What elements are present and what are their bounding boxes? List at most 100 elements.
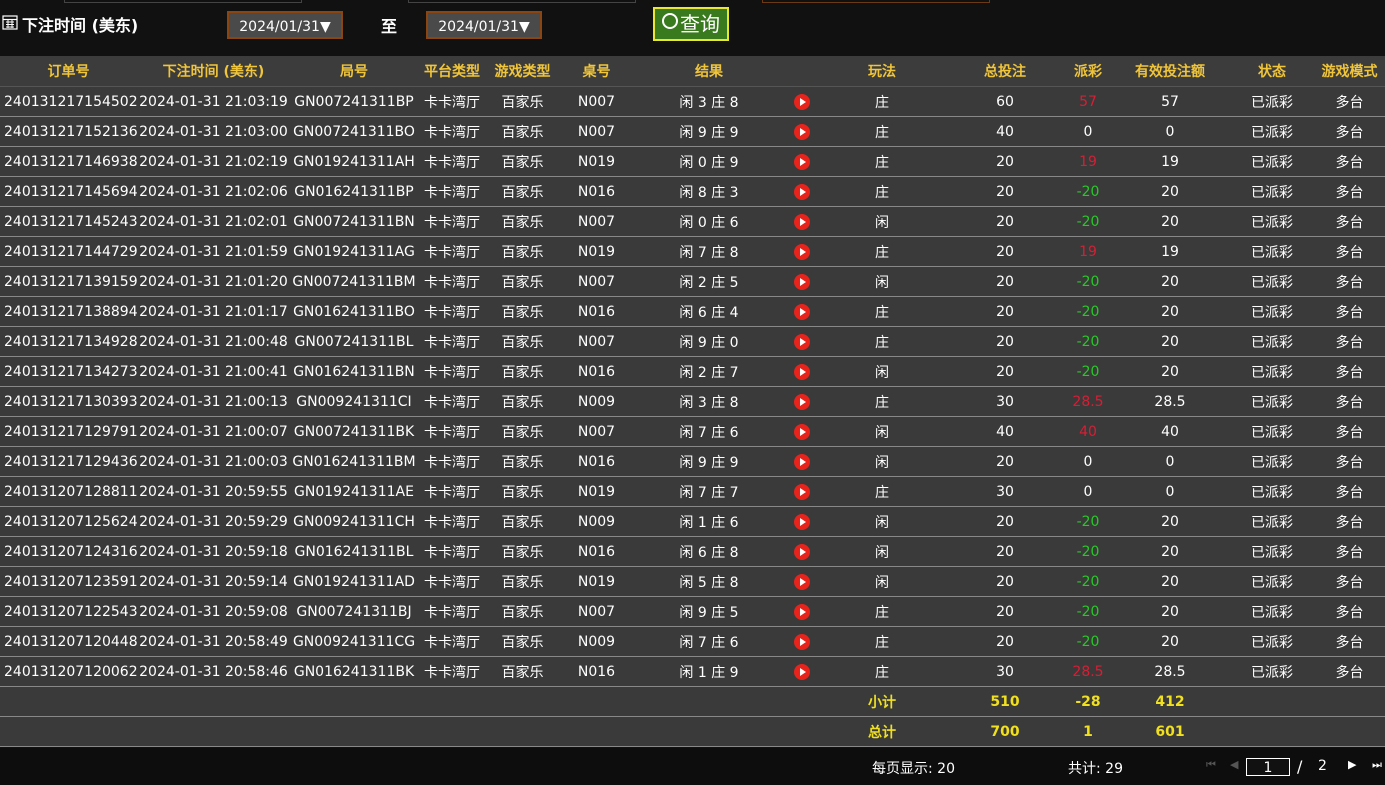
video-replay-icon[interactable] [794,573,810,590]
order-cell[interactable]: 240131217145694 [0,176,137,207]
order-cell[interactable]: 240131207124316 [0,536,137,567]
query-button-label: 查询 [680,12,720,36]
bet-time-cell: 2024-01-31 21:02:06 [137,176,290,207]
replay-cell[interactable] [784,116,820,147]
last-page-icon[interactable]: ⏭ [1372,758,1382,772]
replay-cell[interactable] [784,146,820,177]
video-replay-icon[interactable] [794,543,810,560]
video-replay-icon[interactable] [794,123,810,140]
replay-cell[interactable] [784,536,820,567]
valid-bet-cell: 40 [1110,416,1230,447]
video-replay-icon[interactable] [794,513,810,530]
order-cell[interactable]: 240131217152136 [0,116,137,147]
date-from-select[interactable]: 2024/01/31▼ [227,11,343,39]
video-replay-icon[interactable] [794,333,810,350]
replay-cell[interactable] [784,326,820,357]
platform-cell: 卡卡湾厅 [418,86,486,117]
video-replay-icon[interactable] [794,273,810,290]
round-cell: GN016241311BK [290,656,418,687]
order-cell[interactable]: 240131217134928 [0,326,137,357]
video-replay-icon[interactable] [794,603,810,620]
replay-cell[interactable] [784,206,820,237]
prev-page-icon[interactable]: ◀ [1230,758,1238,771]
order-cell[interactable]: 240131217138894 [0,296,137,327]
video-replay-icon[interactable] [794,153,810,170]
video-replay-icon[interactable] [794,303,810,320]
video-replay-icon[interactable] [794,393,810,410]
order-cell[interactable]: 240131207120062 [0,656,137,687]
video-replay-icon[interactable] [794,243,810,260]
replay-cell[interactable] [784,476,820,507]
order-cell[interactable]: 240131207123591 [0,566,137,597]
video-replay-icon[interactable] [794,93,810,110]
game-type-cell: 百家乐 [486,626,559,657]
grandtotal-spacer [0,716,820,747]
order-cell[interactable]: 240131207125624 [0,506,137,537]
query-button[interactable]: 查询 [653,7,729,41]
video-replay-icon[interactable] [794,663,810,680]
total-bet-cell: 20 [944,146,1066,177]
order-cell[interactable]: 240131217129436 [0,446,137,477]
replay-cell[interactable] [784,266,820,297]
bet-time-cell: 2024-01-31 20:59:29 [137,506,290,537]
video-replay-icon[interactable] [794,183,810,200]
order-cell[interactable]: 240131217144729 [0,236,137,267]
payout-cell: 19 [1066,146,1110,177]
video-replay-icon[interactable] [794,423,810,440]
table-number-cell: N016 [559,536,634,567]
order-cell[interactable]: 240131217145243 [0,206,137,237]
table-number-cell: N007 [559,206,634,237]
play-cell: 庄 [820,476,944,507]
order-cell[interactable]: 240131207120448 [0,626,137,657]
platform-cell: 卡卡湾厅 [418,116,486,147]
replay-cell[interactable] [784,566,820,597]
total-bet-cell: 20 [944,356,1066,387]
result-cell: 闲 9 庄 0 [634,326,784,357]
order-cell[interactable]: 240131217129791 [0,416,137,447]
game-mode-cell: 多台 [1314,296,1385,327]
table-number-cell: N019 [559,236,634,267]
bet-time-cell: 2024-01-31 21:03:00 [137,116,290,147]
table-row: 240131207122543 2024-01-31 20:59:08 GN0072… [0,596,1385,627]
game-type-cell: 百家乐 [486,416,559,447]
order-cell[interactable]: 240131217130393 [0,386,137,417]
replay-cell[interactable] [784,356,820,387]
video-replay-icon[interactable] [794,483,810,500]
date-to-select[interactable]: 2024/01/31▼ [426,11,542,39]
replay-cell[interactable] [784,626,820,657]
video-replay-icon[interactable] [794,363,810,380]
video-replay-icon[interactable] [794,453,810,470]
order-cell[interactable]: 240131217146938 [0,146,137,177]
order-cell[interactable]: 240131217134273 [0,356,137,387]
replay-cell[interactable] [784,506,820,537]
next-page-icon[interactable]: ▶ [1348,758,1356,771]
replay-cell[interactable] [784,296,820,327]
order-cell[interactable]: 240131207122543 [0,596,137,627]
game-type-cell: 百家乐 [486,176,559,207]
replay-cell[interactable] [784,86,820,117]
replay-cell[interactable] [784,176,820,207]
play-cell: 闲 [820,266,944,297]
subtotal-bet: 510 [944,686,1066,717]
col-header-result: 结果 [634,56,784,87]
replay-cell[interactable] [784,236,820,267]
payout-cell: -20 [1066,296,1110,327]
video-replay-icon[interactable] [794,213,810,230]
round-cell: GN009241311CG [290,626,418,657]
replay-cell[interactable] [784,416,820,447]
bet-time-cell: 2024-01-31 20:59:08 [137,596,290,627]
replay-cell[interactable] [784,656,820,687]
grandtotal-label: 总计 [820,716,944,747]
video-replay-icon[interactable] [794,633,810,650]
first-page-icon[interactable]: ⏮ [1206,758,1216,772]
replay-cell[interactable] [784,596,820,627]
replay-cell[interactable] [784,386,820,417]
order-cell[interactable]: 240131207128811 [0,476,137,507]
total-bet-cell: 40 [944,416,1066,447]
page-number-input[interactable]: 1 [1246,758,1290,776]
total-bet-cell: 20 [944,446,1066,477]
calendar-icon [2,15,18,30]
order-cell[interactable]: 240131217154502 [0,86,137,117]
order-cell[interactable]: 240131217139159 [0,266,137,297]
replay-cell[interactable] [784,446,820,477]
